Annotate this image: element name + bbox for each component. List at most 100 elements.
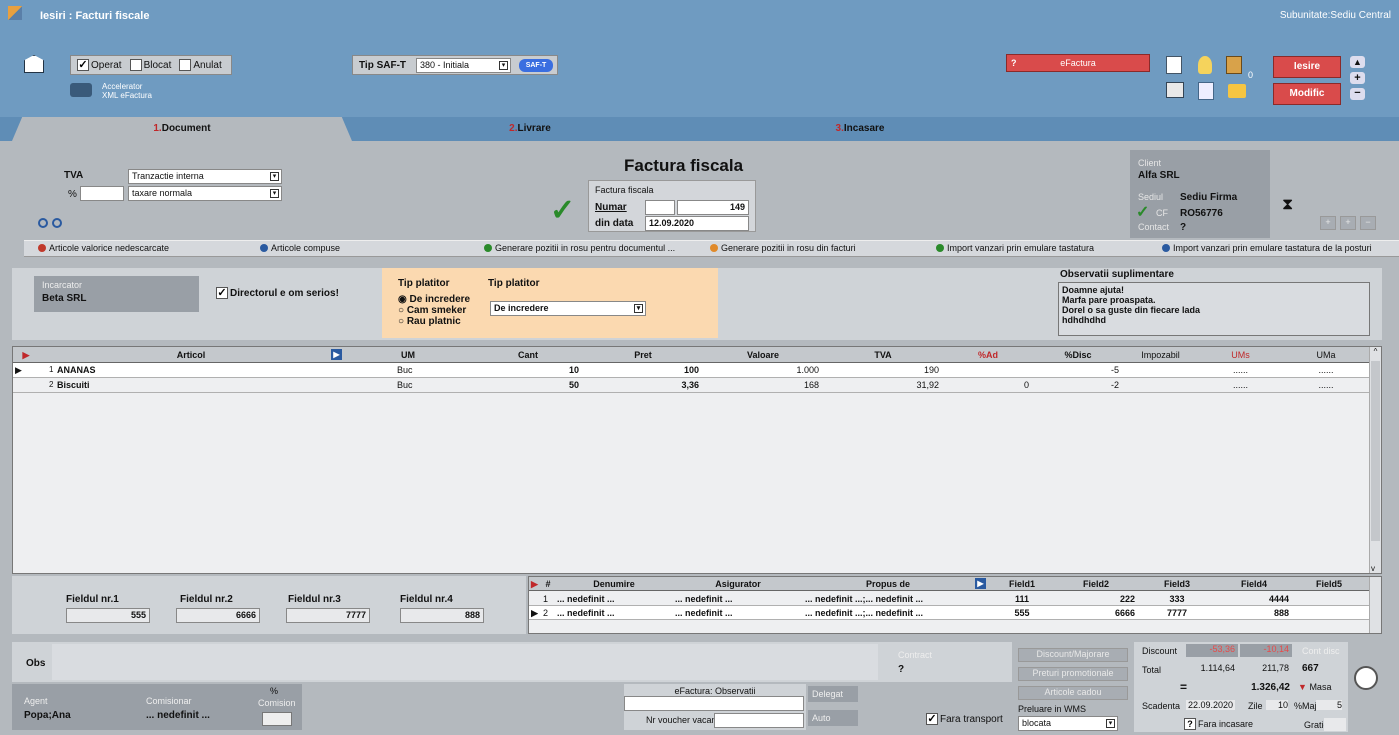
- col-uma[interactable]: UMa: [1283, 347, 1369, 363]
- saft-select[interactable]: 380 - Initiala ▾: [416, 58, 511, 73]
- articole-cadou-button[interactable]: Articole cadou: [1018, 686, 1128, 700]
- taxare-select[interactable]: taxare normala ▾: [128, 186, 282, 201]
- contract-value[interactable]: ?: [898, 664, 904, 675]
- client-name[interactable]: Alfa SRL: [1138, 170, 1180, 181]
- propus-lookup-icon[interactable]: ▶: [975, 578, 986, 589]
- search-advanced-icon[interactable]: [52, 218, 62, 228]
- tab-livrare[interactable]: 2.Livrare: [430, 117, 630, 141]
- table-row[interactable]: 1 ... nedefinit ... ... nedefinit ... ..…: [529, 592, 1369, 606]
- copy-icon[interactable]: [1198, 82, 1214, 100]
- col-valoare[interactable]: Valoare: [703, 347, 823, 363]
- action-generare-document[interactable]: Generare pozitii in rosu pentru document…: [484, 243, 675, 253]
- efactura-obs-input[interactable]: [624, 696, 804, 711]
- data-input[interactable]: 12.09.2020: [645, 216, 749, 231]
- modific-button[interactable]: Modific: [1273, 83, 1341, 105]
- col-cant[interactable]: Cant: [473, 347, 583, 363]
- client-remove-button[interactable]: −: [1360, 216, 1376, 230]
- tab-incasare[interactable]: 3.Incasare: [760, 117, 960, 141]
- radio-de-incredere[interactable]: ◉ De incredere: [398, 294, 470, 305]
- subgrid-scrollbar[interactable]: [1369, 577, 1381, 633]
- action-import-emulare[interactable]: Import vanzari prin emulare tastatura: [936, 243, 1094, 253]
- cont-disc-value[interactable]: 667: [1302, 663, 1319, 674]
- field3-input[interactable]: 7777: [286, 608, 370, 623]
- col-denumire[interactable]: Denumire: [555, 577, 673, 591]
- col-field2[interactable]: Field2: [1057, 577, 1135, 591]
- col-pret[interactable]: Pret: [583, 347, 703, 363]
- col-um[interactable]: UM: [343, 347, 473, 363]
- maj-input[interactable]: 5: [1316, 700, 1342, 710]
- field4-input[interactable]: 888: [400, 608, 484, 623]
- auto-field[interactable]: Auto: [808, 710, 858, 726]
- field2-input[interactable]: 6666: [176, 608, 260, 623]
- observatii-textarea[interactable]: Doamne ajuta! Marfa pare proaspata. Dorel …: [1058, 282, 1370, 336]
- platitor-select[interactable]: De incredere ▾: [490, 301, 646, 316]
- action-import-posturi[interactable]: Import vanzari prin emulare tastatura de…: [1162, 243, 1372, 253]
- search-icon[interactable]: [38, 218, 48, 228]
- col-asigurator[interactable]: Asigurator: [673, 577, 803, 591]
- add-button[interactable]: +: [1350, 72, 1365, 84]
- agent-value[interactable]: Popa;Ana: [24, 710, 71, 721]
- clock-icon[interactable]: [1354, 666, 1378, 690]
- serie-input[interactable]: [645, 200, 675, 215]
- minus-button[interactable]: −: [1350, 88, 1365, 100]
- col-impozabil[interactable]: Impozabil: [1123, 347, 1198, 363]
- comisionar-value[interactable]: ... nedefinit ...: [146, 710, 210, 721]
- delegat-field[interactable]: Delegat: [808, 686, 858, 702]
- col-field5[interactable]: Field5: [1289, 577, 1369, 591]
- scadenta-input[interactable]: 22.09.2020: [1186, 700, 1236, 710]
- action-generare-facturi[interactable]: Generare pozitii in rosu din facturi: [710, 243, 856, 253]
- anulat-checkbox[interactable]: Anulat: [179, 59, 222, 71]
- col-field3[interactable]: Field3: [1135, 577, 1219, 591]
- calculator-icon[interactable]: [1226, 56, 1242, 74]
- col-articol[interactable]: Articol: [41, 347, 341, 363]
- wms-select[interactable]: blocata ▾: [1018, 716, 1118, 731]
- radio-cam-smeker[interactable]: ○ Cam smeker: [398, 305, 470, 316]
- numar-input[interactable]: 149: [677, 200, 749, 215]
- scroll-up-button[interactable]: ▲: [1350, 56, 1365, 68]
- scroll-up-arrow-icon[interactable]: ^: [1370, 347, 1381, 356]
- field1-input[interactable]: 555: [66, 608, 150, 623]
- masa-toggle[interactable]: ▼ Masa: [1298, 682, 1331, 692]
- fara-incasare-checkbox[interactable]: ? Fara incasare: [1184, 718, 1253, 730]
- action-articole-compuse[interactable]: Articole compuse: [260, 243, 340, 253]
- print-icon[interactable]: [1166, 82, 1184, 98]
- zile-input[interactable]: 10: [1266, 700, 1288, 710]
- col-ad[interactable]: %Ad: [943, 347, 1033, 363]
- accelerator-link[interactable]: Accelerator XML eFactura: [102, 82, 152, 100]
- table-row[interactable]: 2 Biscuiti Buc 50 3,36 168 31,92 0 -2 ..…: [13, 378, 1369, 393]
- hourglass-icon[interactable]: ⧗: [1282, 196, 1293, 214]
- saft-button[interactable]: SAF-T: [519, 59, 553, 72]
- obs-textarea[interactable]: [52, 644, 878, 680]
- article-lookup-icon[interactable]: ▶: [331, 349, 342, 360]
- col-disc[interactable]: %Disc: [1033, 347, 1123, 363]
- director-checkbox[interactable]: ✓ Directorul e om serios!: [216, 287, 339, 299]
- client-add-button[interactable]: +: [1320, 216, 1336, 230]
- discount-majorare-button[interactable]: Discount/Majorare: [1018, 648, 1128, 662]
- table-row[interactable]: ▶ 1 ANANAS Buc 10 100 1.000 190 -5 .....…: [13, 363, 1369, 378]
- tva-pct-input[interactable]: [80, 186, 124, 201]
- comision-input[interactable]: [262, 712, 292, 726]
- document-icon[interactable]: [1166, 56, 1182, 74]
- col-ums[interactable]: UMs: [1198, 347, 1283, 363]
- lightbulb-icon[interactable]: [1198, 56, 1212, 74]
- action-articole-valorice[interactable]: Articole valorice nedescarcate: [38, 243, 169, 253]
- iesire-button[interactable]: Iesire: [1273, 56, 1341, 78]
- client-edit-button[interactable]: +: [1340, 216, 1356, 230]
- incarcator-name[interactable]: Beta SRL: [42, 293, 86, 304]
- radio-rau-platnic[interactable]: ○ Rau platnic: [398, 316, 470, 327]
- gratie-input[interactable]: [1324, 718, 1346, 731]
- preturi-promotionale-button[interactable]: Preturi promotionale: [1018, 667, 1128, 681]
- col-field1[interactable]: Field1: [987, 577, 1057, 591]
- col-propus-de[interactable]: Propus de: [803, 577, 973, 591]
- fara-transport-checkbox[interactable]: ✓ Fara transport: [926, 713, 1003, 725]
- scrollbar-thumb[interactable]: [1371, 361, 1380, 541]
- document-edit-icon[interactable]: [24, 55, 44, 73]
- table-row[interactable]: ▶ 2 ... nedefinit ... ... nedefinit ... …: [529, 606, 1369, 620]
- tab-document[interactable]: 1.Document: [12, 117, 352, 141]
- efactura-button[interactable]: ? eFactura: [1006, 54, 1150, 72]
- col-tva[interactable]: TVA: [823, 347, 943, 363]
- grid-scrollbar[interactable]: ^ v: [1369, 347, 1381, 573]
- voucher-input[interactable]: [714, 713, 804, 728]
- sediul-value[interactable]: Sediu Firma: [1180, 192, 1237, 203]
- contact-value[interactable]: ?: [1180, 222, 1186, 233]
